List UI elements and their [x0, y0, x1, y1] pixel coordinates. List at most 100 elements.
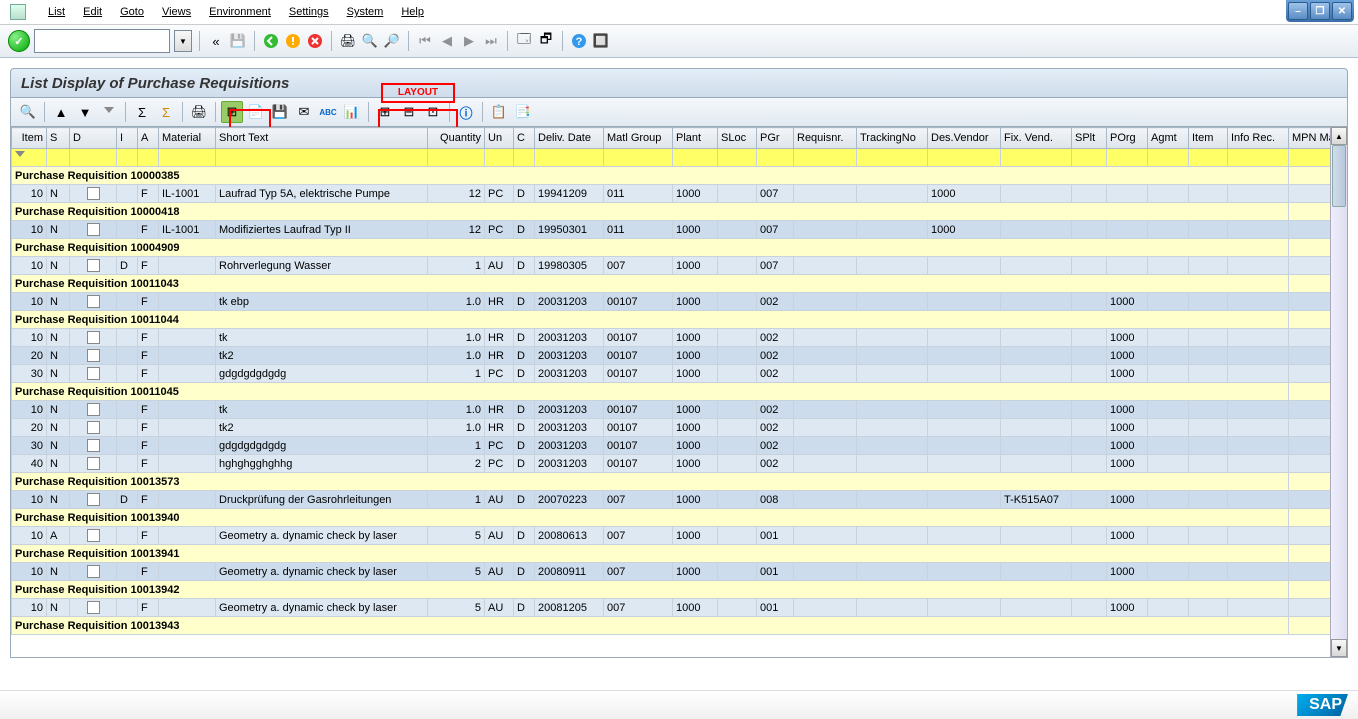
subtotal-icon[interactable]: Σ — [155, 101, 177, 123]
checkbox[interactable] — [87, 529, 100, 542]
mail-icon[interactable]: ✉ — [293, 101, 315, 123]
menu-help[interactable]: Help — [401, 6, 424, 18]
col-itm2[interactable]: Item — [1189, 128, 1228, 149]
table-row[interactable]: 10NFtk ebp1.0HRD200312030010710000021000… — [12, 293, 1331, 311]
layout-customize-icon[interactable]: 🔲 — [592, 32, 610, 50]
col-track[interactable]: TrackingNo — [857, 128, 928, 149]
scroll-down-icon[interactable]: ▼ — [1331, 639, 1347, 657]
vertical-scrollbar[interactable]: ▲ ▼ — [1330, 127, 1347, 657]
group-row[interactable]: Purchase Requisition 10011045▪4 — [12, 383, 1331, 401]
checkbox[interactable] — [87, 187, 100, 200]
menu-views[interactable]: Views — [162, 6, 191, 18]
new-session-icon[interactable]: 🗔 — [515, 32, 533, 50]
col-fixv[interactable]: Fix. Vend. — [1001, 128, 1072, 149]
checkbox[interactable] — [87, 493, 100, 506]
col-a[interactable]: A — [138, 128, 159, 149]
checkbox[interactable] — [87, 349, 100, 362]
sort-asc-icon[interactable]: ▲ — [50, 101, 72, 123]
command-dropdown[interactable]: ▼ — [174, 30, 192, 52]
minimize-button[interactable]: – — [1288, 2, 1308, 20]
col-material[interactable]: Material — [159, 128, 216, 149]
checkbox[interactable] — [87, 367, 100, 380]
sort-desc-icon[interactable]: ▼ — [74, 101, 96, 123]
filter-row[interactable]: ▪▪788 — [12, 149, 1331, 167]
col-sloc[interactable]: SLoc — [718, 128, 757, 149]
table-row[interactable]: 10NFIL-1001Laufrad Typ 5A, elektrische P… — [12, 185, 1331, 203]
back-green-icon[interactable] — [262, 32, 280, 50]
table-row[interactable]: 10NDFRohrverlegung Wasser1AUD19980305007… — [12, 257, 1331, 275]
col-un[interactable]: Un — [485, 128, 514, 149]
info-icon[interactable]: ⓘ — [455, 101, 477, 123]
filter-set-icon[interactable] — [98, 101, 120, 123]
excel-export-icon[interactable]: ⊞ — [221, 101, 243, 123]
group-row[interactable]: Purchase Requisition 10013573▪1 — [12, 473, 1331, 491]
assign-icon[interactable]: 📋 — [488, 101, 510, 123]
table-row[interactable]: 10NFtk1.0HRD2003120300107100000210001 — [12, 329, 1331, 347]
group-row[interactable]: Purchase Requisition 10013941▪1 — [12, 545, 1331, 563]
total-icon[interactable]: Σ — [131, 101, 153, 123]
group-row[interactable]: Purchase Requisition 10011043▪1 — [12, 275, 1331, 293]
table-row[interactable]: 10NFGeometry a. dynamic check by laser5A… — [12, 599, 1331, 617]
requisition-table[interactable]: ItemSDIAMaterialShort TextQuantityUnCDel… — [11, 127, 1330, 635]
scroll-up-icon[interactable]: ▲ — [1331, 127, 1347, 145]
checkbox[interactable] — [87, 421, 100, 434]
checkbox[interactable] — [87, 457, 100, 470]
group-row[interactable]: Purchase Requisition 10004909▪1 — [12, 239, 1331, 257]
menu-system[interactable]: System — [347, 6, 384, 18]
abc-icon[interactable]: ABC — [317, 101, 339, 123]
col-deliv[interactable]: Deliv. Date — [535, 128, 604, 149]
col-c[interactable]: C — [514, 128, 535, 149]
scroll-thumb[interactable] — [1332, 145, 1346, 207]
col-short[interactable]: Short Text — [216, 128, 428, 149]
table-row[interactable]: 10NFtk1.0HRD2003120300107100000210001 — [12, 401, 1331, 419]
col-porg[interactable]: POrg — [1107, 128, 1148, 149]
table-header-row[interactable]: ItemSDIAMaterialShort TextQuantityUnCDel… — [12, 128, 1331, 149]
exit-icon[interactable] — [284, 32, 302, 50]
menu-settings[interactable]: Settings — [289, 6, 329, 18]
col-mpn[interactable]: MPN Mat. — [1289, 128, 1331, 149]
menu-environment[interactable]: Environment — [209, 6, 271, 18]
save-layout-icon[interactable]: ⊡ — [422, 101, 444, 123]
checkbox[interactable] — [87, 331, 100, 344]
menu-list[interactable]: List — [48, 6, 65, 18]
word-export-icon[interactable]: 📄 — [245, 101, 267, 123]
checkbox[interactable] — [87, 403, 100, 416]
col-pgr[interactable]: PGr — [757, 128, 794, 149]
graphic-icon[interactable]: 📊 — [341, 101, 363, 123]
col-qty[interactable]: Quantity — [428, 128, 485, 149]
print-icon[interactable]: 🖨 — [339, 32, 357, 50]
col-info[interactable]: Info Rec. — [1228, 128, 1289, 149]
local-file-icon[interactable]: 💾 — [269, 101, 291, 123]
find-next-icon[interactable]: 🔎 — [383, 32, 401, 50]
table-row[interactable]: 10NFGeometry a. dynamic check by laser5A… — [12, 563, 1331, 581]
print-preview-icon[interactable]: 🖨 — [188, 101, 210, 123]
select-layout-icon[interactable]: ⊟ — [398, 101, 420, 123]
col-plant[interactable]: Plant — [673, 128, 718, 149]
filter-icon[interactable] — [15, 151, 25, 161]
group-row[interactable]: Purchase Requisition 10013940▪1 — [12, 509, 1331, 527]
command-field[interactable] — [34, 29, 170, 53]
col-d[interactable]: D — [70, 128, 117, 149]
close-button[interactable]: ✕ — [1332, 2, 1352, 20]
cancel-icon[interactable] — [306, 32, 324, 50]
help-icon[interactable]: ? — [570, 32, 588, 50]
col-matg[interactable]: Matl Group — [604, 128, 673, 149]
col-s[interactable]: S — [47, 128, 70, 149]
menu-edit[interactable]: Edit — [83, 6, 102, 18]
table-row[interactable]: 20NFtk21.0HRD2003120300107100000210001 — [12, 419, 1331, 437]
group-row[interactable]: Purchase Requisition 10000385▪1 — [12, 167, 1331, 185]
checkbox[interactable] — [87, 259, 100, 272]
group-row[interactable]: Purchase Requisition 10013942▪1 — [12, 581, 1331, 599]
enter-button[interactable]: ✓ — [8, 30, 30, 52]
table-row[interactable]: 30NFgdgdgdgdgdg1PCD200312030010710000021… — [12, 437, 1331, 455]
find-icon[interactable]: 🔍 — [361, 32, 379, 50]
table-row[interactable]: 10AFGeometry a. dynamic check by laser5A… — [12, 527, 1331, 545]
checkbox[interactable] — [87, 565, 100, 578]
table-row[interactable]: 20NFtk21.0HRD2003120300107100000210001 — [12, 347, 1331, 365]
col-item[interactable]: Item — [12, 128, 47, 149]
group-row[interactable]: Purchase Requisition 10013943▪1 — [12, 617, 1331, 635]
app-icon[interactable] — [10, 4, 26, 20]
menu-goto[interactable]: Goto — [120, 6, 144, 18]
group-row[interactable]: Purchase Requisition 10011044▪3 — [12, 311, 1331, 329]
checkbox[interactable] — [87, 439, 100, 452]
